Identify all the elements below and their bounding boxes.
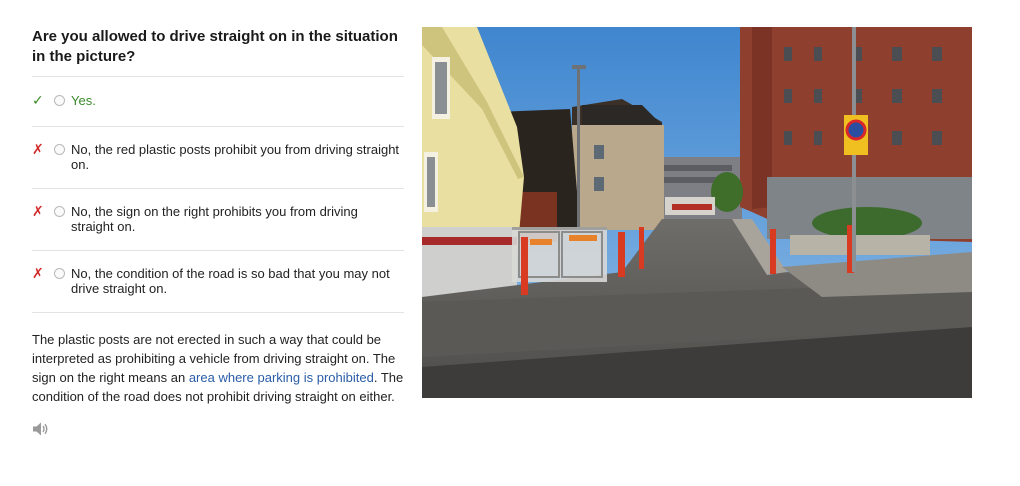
radio-button[interactable] xyxy=(54,268,65,279)
answer-option-2[interactable]: ✗ No, the red plastic posts prohibit you… xyxy=(32,127,404,189)
answer-option-3[interactable]: ✗ No, the sign on the right prohibits yo… xyxy=(32,189,404,251)
radio-button[interactable] xyxy=(54,144,65,155)
speaker-icon[interactable] xyxy=(32,421,50,437)
cross-icon: ✗ xyxy=(32,203,44,219)
answer-label: Yes. xyxy=(71,93,96,108)
explanation-text: The plastic posts are not erected in suc… xyxy=(32,330,404,406)
radio-button[interactable] xyxy=(54,95,65,106)
radio-button[interactable] xyxy=(54,206,65,217)
answer-list: ✓ Yes. ✗ No, the red plastic posts prohi… xyxy=(32,76,404,313)
explanation-link[interactable]: area where parking is prohibited xyxy=(189,370,374,385)
answer-label: No, the sign on the right prohibits you … xyxy=(71,204,358,234)
answer-label: No, the red plastic posts prohibit you f… xyxy=(71,142,400,172)
question-text: Are you allowed to drive straight on in … xyxy=(32,28,398,65)
cross-icon: ✗ xyxy=(32,265,44,281)
cross-icon: ✗ xyxy=(32,141,44,157)
question-panel: Are you allowed to drive straight on in … xyxy=(32,27,404,437)
checkmark-icon: ✓ xyxy=(32,92,44,108)
street-scene-photo xyxy=(422,27,972,398)
answer-label: No, the condition of the road is so bad … xyxy=(71,266,390,296)
answer-option-4[interactable]: ✗ No, the condition of the road is so ba… xyxy=(32,251,404,313)
answer-option-1[interactable]: ✓ Yes. xyxy=(32,77,404,127)
